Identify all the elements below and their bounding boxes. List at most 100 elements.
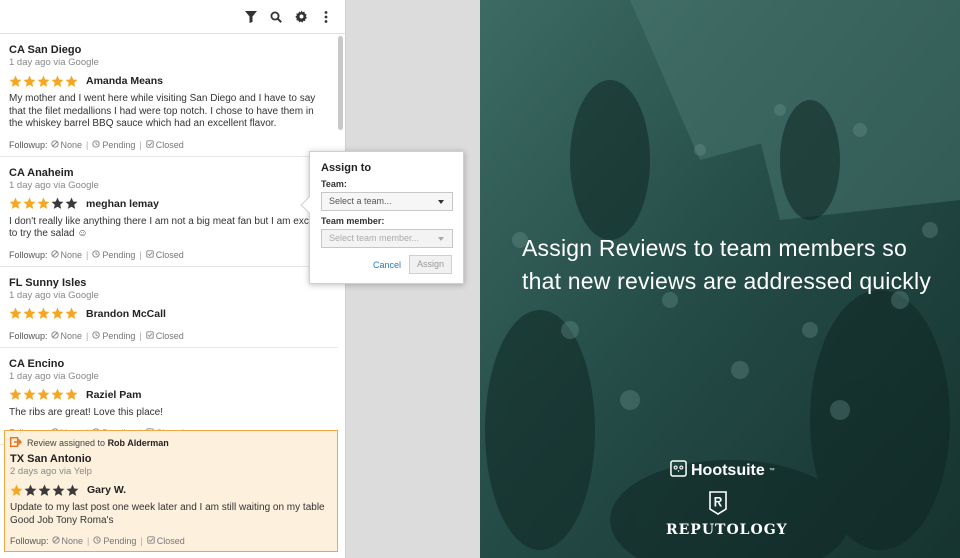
popup-actions: Cancel Assign xyxy=(321,255,452,274)
star-filled-icon xyxy=(9,307,22,319)
separator: | xyxy=(139,139,142,150)
followup-none-option[interactable]: None xyxy=(50,139,83,151)
team-select[interactable]: Select a team... xyxy=(321,192,453,211)
star-empty-icon xyxy=(65,197,78,209)
none-icon xyxy=(50,330,59,342)
followup-row: Followup:None|Pending|Closed xyxy=(9,139,328,156)
review-meta: 1 day ago via Google xyxy=(9,179,99,191)
separator: | xyxy=(139,249,142,260)
star-filled-icon xyxy=(65,388,78,400)
separator: | xyxy=(86,139,89,150)
star-empty-icon xyxy=(38,484,51,496)
team-member-select[interactable]: Select team member... xyxy=(321,229,453,248)
star-rating xyxy=(9,307,78,320)
followup-pending-label: Pending xyxy=(103,536,137,546)
followup-pending-label: Pending xyxy=(102,249,136,260)
followup-row: Followup:None|Pending|Closed xyxy=(9,249,328,266)
star-filled-icon xyxy=(23,388,36,400)
star-rating xyxy=(9,75,78,88)
followup-none-label: None xyxy=(60,330,83,341)
review-item: TX San Antonio 2 days ago via Yelp Gary … xyxy=(10,449,331,552)
separator: | xyxy=(87,536,90,546)
separator: | xyxy=(86,330,89,341)
check-icon xyxy=(146,139,154,151)
review-meta: 2 days ago via Yelp xyxy=(10,466,92,477)
followup-closed-option[interactable]: Closed xyxy=(146,330,184,342)
star-filled-icon xyxy=(51,75,64,87)
followup-closed-label: Closed xyxy=(155,330,184,341)
gear-icon[interactable] xyxy=(294,10,308,24)
followup-none-label: None xyxy=(60,249,83,260)
separator: | xyxy=(139,330,142,341)
star-filled-icon xyxy=(23,307,36,319)
followup-closed-option[interactable]: Closed xyxy=(146,249,184,261)
assign-arrow-icon xyxy=(9,436,23,449)
review-stream: CA San Diego 1 day ago via Google Amanda M… xyxy=(0,0,346,558)
review-text: My mother and I went here while visiting… xyxy=(9,93,316,129)
more-icon[interactable] xyxy=(319,10,333,24)
star-filled-icon xyxy=(65,307,78,319)
assignment-note: Review assigned to Rob Alderman xyxy=(9,436,331,449)
review-text: Update to my last post one week later an… xyxy=(10,502,325,526)
review-meta: 1 day ago via Google xyxy=(9,289,99,301)
review-list: CA San Diego 1 day ago via Google Amanda M… xyxy=(0,34,345,445)
review-item[interactable]: FL Sunny Isles 1 day ago via Google Brando… xyxy=(0,267,338,348)
team-member-select-value: Select team member... xyxy=(329,233,420,243)
reputology-mark-icon xyxy=(709,491,727,520)
review-item[interactable]: CA San Diego 1 day ago via Google Amanda M… xyxy=(0,34,338,157)
review-item[interactable]: CA Anaheim 1 day ago via Google meghan lem… xyxy=(0,157,338,267)
star-filled-icon xyxy=(9,197,22,209)
followup-none-option[interactable]: None xyxy=(50,330,83,342)
reviewer-name: Gary W. xyxy=(87,484,127,496)
followup-none-label: None xyxy=(60,139,83,150)
followup-none-option[interactable]: None xyxy=(50,249,83,261)
search-icon[interactable] xyxy=(269,10,283,24)
star-empty-icon xyxy=(24,484,37,496)
followup-pending-option[interactable]: Pending xyxy=(92,249,135,261)
owl-icon xyxy=(670,460,687,482)
star-filled-icon xyxy=(37,388,50,400)
followup-closed-label: Closed xyxy=(155,139,184,150)
clock-icon xyxy=(92,330,101,342)
clock-icon xyxy=(92,139,101,151)
scrollbar[interactable] xyxy=(338,36,343,130)
assign-button[interactable]: Assign xyxy=(408,255,452,274)
assigned-review-card[interactable]: Review assigned to Rob Alderman TX San A… xyxy=(4,430,338,552)
followup-pending-option[interactable]: Pending xyxy=(92,330,135,342)
review-location: CA San Diego xyxy=(9,44,82,56)
followup-label: Followup: xyxy=(10,536,49,546)
review-location: CA Anaheim xyxy=(9,166,74,179)
assignment-note-prefix: Review assigned to xyxy=(27,438,106,448)
clock-icon xyxy=(92,249,101,261)
followup-closed-option[interactable]: Closed xyxy=(147,535,185,547)
star-rating xyxy=(10,484,79,497)
promo-panel: Assign Reviews to team members so that n… xyxy=(480,0,960,558)
team-label: Team: xyxy=(321,179,347,189)
hootsuite-wordmark: Hootsuite xyxy=(691,462,765,479)
cancel-button[interactable]: Cancel xyxy=(373,260,401,270)
none-icon xyxy=(51,535,60,547)
followup-label: Followup: xyxy=(9,249,48,260)
followup-pending-option[interactable]: Pending xyxy=(93,535,136,547)
star-empty-icon xyxy=(52,484,65,496)
star-filled-icon xyxy=(9,75,22,87)
reputology-wordmark: REPUTOLOGY xyxy=(666,522,788,538)
review-location: TX San Antonio xyxy=(10,453,92,465)
followup-row: Followup:None|Pending|Closed xyxy=(10,535,331,552)
followup-none-option[interactable]: None xyxy=(51,535,84,547)
none-icon xyxy=(50,139,59,151)
followup-pending-label: Pending xyxy=(102,139,136,150)
separator: | xyxy=(140,536,143,546)
followup-label: Followup: xyxy=(9,330,48,341)
rating-row: Brandon McCall xyxy=(9,306,328,322)
followup-none-label: None xyxy=(61,536,84,546)
star-filled-icon xyxy=(9,388,22,400)
followup-pending-option[interactable]: Pending xyxy=(92,139,135,151)
review-meta: 1 day ago via Google xyxy=(9,370,99,382)
rating-row: Amanda Means xyxy=(9,73,328,89)
filter-icon[interactable] xyxy=(244,10,258,24)
star-empty-icon xyxy=(51,197,64,209)
star-rating xyxy=(9,197,78,210)
followup-closed-option[interactable]: Closed xyxy=(146,139,184,151)
review-text: I don't really like anything there I am … xyxy=(9,215,325,240)
